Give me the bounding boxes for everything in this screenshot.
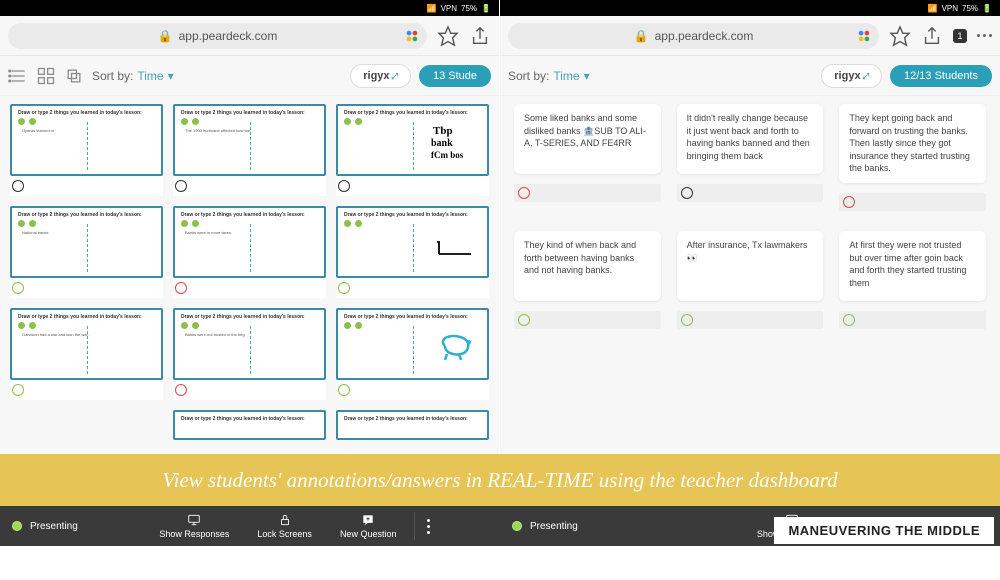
sentiment-icon[interactable]	[175, 282, 187, 294]
more-icon[interactable]	[977, 34, 992, 37]
share-icon[interactable]	[921, 25, 943, 47]
watermark: MANEUVERING THE MIDDLE	[774, 517, 994, 544]
status-dot-icon	[12, 521, 22, 531]
sentiment-icon[interactable]	[12, 384, 24, 396]
svg-text:bank: bank	[431, 138, 453, 149]
response-cell[interactable]: Some liked banks and some disliked banks…	[514, 104, 661, 211]
svg-text:fCm bos: fCm bos	[431, 150, 464, 160]
sort-dropdown[interactable]: Sort by:Time▾	[92, 69, 174, 83]
students-pill[interactable]: 12/13 Students	[890, 65, 992, 87]
response-bubble: They kind of when back and forth between…	[514, 231, 661, 301]
sentiment-icon[interactable]	[12, 180, 24, 192]
grid-icon[interactable]	[36, 66, 56, 86]
show-responses-button[interactable]: Show Responses	[145, 513, 243, 539]
response-cell[interactable]: After insurance, Tx lawmakers 👀	[677, 231, 824, 329]
sentiment-icon[interactable]	[12, 282, 24, 294]
mic-icon[interactable]	[405, 29, 419, 43]
response-thumbnail[interactable]: Draw or type 2 things you learned in tod…	[173, 206, 326, 298]
toolbar: Sort by:Time▾ rigyx⤢ 13 Stude	[0, 56, 499, 96]
response-thumbnail[interactable]: Draw or type 2 things you learned in tod…	[10, 308, 163, 400]
share-icon[interactable]	[469, 25, 491, 47]
response-thumbnail[interactable]: Draw or type 2 things you learned in tod…	[10, 104, 163, 196]
sentiment-icon[interactable]	[681, 187, 693, 199]
browser-nav: 🔒 app.peardeck.com 1	[500, 16, 1000, 56]
chevron-down-icon: ▾	[168, 69, 174, 83]
status-bar: 📶VPN75%🔋	[0, 0, 499, 16]
sentiment-icon[interactable]	[843, 314, 855, 326]
new-question-button[interactable]: New Question	[326, 513, 411, 539]
sentiment-icon[interactable]	[338, 180, 350, 192]
url-text: app.peardeck.com	[655, 29, 754, 43]
response-bubble: Some liked banks and some disliked banks…	[514, 104, 661, 174]
lock-icon: 🔒	[158, 29, 173, 43]
sentiment-icon[interactable]	[175, 180, 187, 192]
status-dot-icon	[512, 521, 522, 531]
lock-screens-button[interactable]: Lock Screens	[243, 513, 326, 539]
response-bubble: At first they were not trusted but over …	[839, 231, 986, 301]
response-thumbnail[interactable]: Draw or type 2 things you learned in tod…	[336, 104, 489, 196]
response-thumbnail[interactable]: Draw or type 2 things you learned in tod…	[173, 410, 326, 440]
svg-text:Tbp: Tbp	[433, 125, 453, 137]
response-cell[interactable]: They kept going back and forward on trus…	[839, 104, 986, 211]
presenting-status[interactable]: Presenting	[512, 521, 596, 532]
response-thumbnail[interactable]: Draw or type 2 things you learned in tod…	[336, 206, 489, 298]
response-bubble: They kept going back and forward on trus…	[839, 104, 986, 183]
chevron-down-icon: ▾	[584, 69, 590, 83]
response-cell[interactable]: It didn't really change because it just …	[677, 104, 824, 211]
sentiment-icon[interactable]	[175, 384, 187, 396]
star-icon[interactable]	[889, 25, 911, 47]
presenting-status[interactable]: Presenting	[12, 521, 96, 532]
tab-count[interactable]: 1	[953, 29, 967, 43]
session-code[interactable]: rigyx⤢	[821, 64, 882, 88]
sentiment-icon[interactable]	[518, 187, 530, 199]
response-bubble: After insurance, Tx lawmakers 👀	[677, 231, 824, 301]
response-grid: Some liked banks and some disliked banks…	[500, 96, 1000, 492]
response-bubble: It didn't really change because it just …	[677, 104, 824, 174]
browser-nav: 🔒 app.peardeck.com	[0, 16, 499, 56]
response-thumbnail[interactable]: Draw or type 2 things you learned in tod…	[336, 308, 489, 400]
lock-icon: 🔒	[634, 29, 649, 43]
toolbar: Sort by:Time▾ rigyx⤢ 12/13 Students	[500, 56, 1000, 96]
response-thumbnail[interactable]: Draw or type 2 things you learned in tod…	[10, 206, 163, 298]
sentiment-icon[interactable]	[518, 314, 530, 326]
star-icon[interactable]	[437, 25, 459, 47]
response-cell[interactable]: At first they were not trusted but over …	[839, 231, 986, 329]
sentiment-icon[interactable]	[681, 314, 693, 326]
sentiment-icon[interactable]	[338, 282, 350, 294]
list-icon[interactable]	[8, 66, 28, 86]
response-thumbnail[interactable]: Draw or type 2 things you learned in tod…	[336, 410, 489, 440]
sort-dropdown[interactable]: Sort by:Time▾	[508, 69, 590, 83]
students-pill[interactable]: 13 Stude	[419, 65, 491, 87]
response-thumbnail[interactable]: Draw or type 2 things you learned in tod…	[173, 104, 326, 196]
more-button[interactable]	[419, 519, 438, 534]
caption-banner: View students' annotations/answers in RE…	[0, 454, 1000, 506]
response-grid: Draw or type 2 things you learned in tod…	[0, 96, 499, 492]
status-bar: 📶VPN75%🔋	[500, 0, 1000, 16]
sentiment-icon[interactable]	[843, 196, 855, 208]
bottom-bar-left: Presenting Show Responses Lock Screens N…	[0, 506, 500, 546]
overlay-icon[interactable]	[64, 66, 84, 86]
url-text: app.peardeck.com	[179, 29, 278, 43]
sentiment-icon[interactable]	[338, 384, 350, 396]
url-bar[interactable]: 🔒 app.peardeck.com	[8, 23, 427, 49]
url-bar[interactable]: 🔒 app.peardeck.com	[508, 23, 879, 49]
response-thumbnail[interactable]: Draw or type 2 things you learned in tod…	[173, 308, 326, 400]
response-cell[interactable]: They kind of when back and forth between…	[514, 231, 661, 329]
mic-icon[interactable]	[857, 29, 871, 43]
session-code[interactable]: rigyx⤢	[350, 64, 411, 88]
